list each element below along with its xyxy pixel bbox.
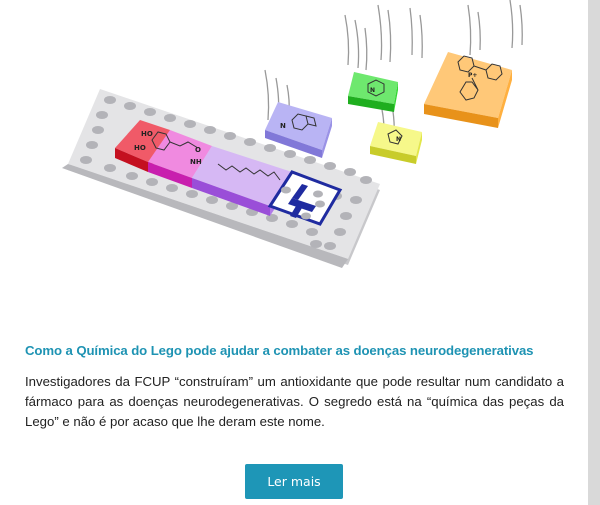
yellow-falling-block: N: [370, 122, 422, 164]
read-more-button[interactable]: Ler mais: [245, 464, 343, 499]
n-label-yellow: N: [396, 136, 401, 143]
ho-label-top: HO: [141, 130, 153, 138]
green-falling-block: N: [348, 72, 398, 112]
p-plus-label: P+: [468, 72, 477, 79]
n-label-purple: N: [280, 122, 286, 130]
nh-label: NH: [190, 158, 202, 166]
scrollbar[interactable]: [588, 0, 600, 505]
n-label-green: N: [370, 87, 375, 94]
ho-label-bottom: HO: [134, 144, 146, 152]
news-card: HO HO O NH N N N P+ Como a Química do Le…: [0, 0, 588, 505]
orange-falling-block: P+: [424, 52, 512, 128]
lego-chemistry-illustration: HO HO O NH N N N P+: [62, 0, 523, 268]
article-headline[interactable]: Como a Química do Lego pode ajudar a com…: [25, 343, 565, 358]
article-summary: Investigadores da FCUP “construíram” um …: [25, 374, 564, 429]
